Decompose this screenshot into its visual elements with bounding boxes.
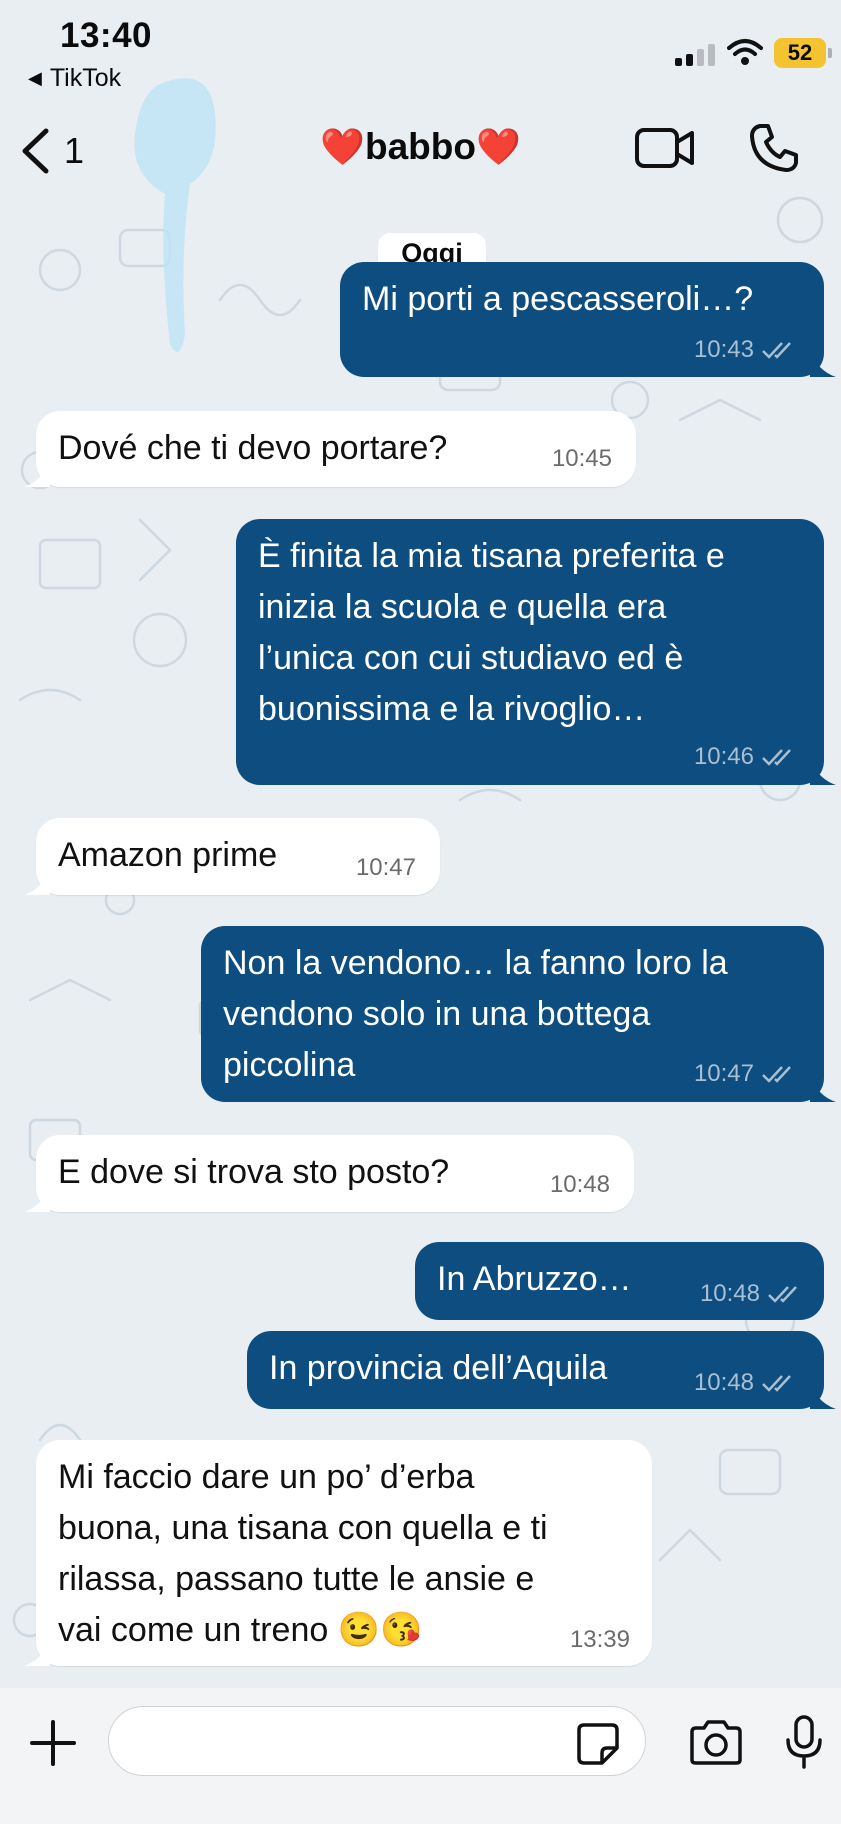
message-outgoing[interactable]: In Abruzzo… 10:48 xyxy=(415,1242,824,1320)
message-time: 10:48 xyxy=(549,1171,610,1198)
message-time: 10:43 xyxy=(693,336,754,363)
back-triangle-icon: ◀ xyxy=(28,68,42,88)
read-checks-icon xyxy=(768,1286,797,1303)
clock: 13:40 xyxy=(60,16,153,55)
message-incoming[interactable]: Dové che ti devo portare? 10:45 xyxy=(24,411,636,487)
message-text: Non la vendono… la fanno loro la vendono… xyxy=(223,938,728,1091)
message-line: buona, una tisana con quella e ti xyxy=(58,1509,548,1547)
back-to-app-link[interactable]: ◀ TikTok xyxy=(28,64,121,93)
composer-bar xyxy=(0,1688,841,1824)
message-text: Dové che ti devo portare? xyxy=(58,429,448,467)
microphone-icon[interactable] xyxy=(784,1714,824,1770)
message-text: In provincia dell’Aquila xyxy=(269,1349,608,1387)
phone-icon[interactable] xyxy=(748,122,800,174)
read-checks-icon xyxy=(762,1066,791,1083)
blurred-avatar xyxy=(134,78,216,353)
video-call-icon[interactable] xyxy=(634,126,696,170)
message-text: In Abruzzo… xyxy=(437,1260,632,1298)
message-time: 10:45 xyxy=(551,445,612,472)
message-line: buonissima e la rivoglio… xyxy=(258,690,646,728)
message-time: 10:48 xyxy=(693,1369,754,1396)
heart-emoji-right: ❤️ xyxy=(475,126,521,167)
bubble-tail xyxy=(24,1640,50,1666)
signal-icon xyxy=(675,44,715,66)
bubble-tail xyxy=(810,1076,836,1102)
bubble-tail xyxy=(810,759,836,785)
message-line: inizia la scuola e quella era xyxy=(258,588,667,626)
heart-emoji-left: ❤️ xyxy=(320,126,365,167)
message-time: 10:47 xyxy=(693,1060,754,1087)
message-text: Amazon prime xyxy=(58,836,278,874)
plus-icon[interactable] xyxy=(28,1718,78,1768)
message-input[interactable] xyxy=(108,1706,646,1776)
battery-indicator: 52 xyxy=(774,38,832,68)
message-time: 10:48 xyxy=(699,1280,760,1307)
bubble-tail xyxy=(810,1383,836,1409)
wifi-icon xyxy=(727,39,763,65)
message-line: rilassa, passano tutte le ansie e xyxy=(58,1560,535,1598)
message-time: 10:46 xyxy=(693,743,754,770)
message-incoming[interactable]: Mi faccio dare un po’ d’erba buona, una … xyxy=(24,1440,652,1666)
message-time: 10:47 xyxy=(355,854,416,881)
read-checks-icon xyxy=(762,1375,791,1392)
message-line: l’unica con cui studiavo ed è xyxy=(258,639,684,677)
message-line: Non la vendono… la fanno loro la xyxy=(223,944,728,982)
read-checks-icon xyxy=(762,342,791,359)
message-line: È finita la mia tisana preferita e xyxy=(258,537,725,575)
message-line: piccolina xyxy=(223,1046,356,1084)
read-checks-icon xyxy=(762,749,791,766)
bubble-tail xyxy=(810,351,836,377)
message-outgoing[interactable]: Non la vendono… la fanno loro la vendono… xyxy=(201,926,836,1102)
bubble-tail xyxy=(24,869,50,895)
message-line: vai come un treno 😉😘 xyxy=(58,1611,423,1649)
sticker-icon[interactable] xyxy=(576,1722,620,1766)
message-text: E dove si trova sto posto? xyxy=(58,1153,450,1191)
message-line: Mi faccio dare un po’ d’erba xyxy=(58,1458,475,1496)
message-text: È finita la mia tisana preferita e inizi… xyxy=(258,531,725,735)
message-text: Mi faccio dare un po’ d’erba buona, una … xyxy=(58,1452,548,1656)
bubble-tail xyxy=(24,1186,50,1212)
message-incoming[interactable]: E dove si trova sto posto? 10:48 xyxy=(24,1135,634,1212)
message-time: 13:39 xyxy=(569,1626,630,1653)
back-app-label: TikTok xyxy=(49,64,122,92)
bubble-tail xyxy=(24,461,50,487)
camera-icon[interactable] xyxy=(688,1718,744,1766)
message-outgoing[interactable]: È finita la mia tisana preferita e inizi… xyxy=(236,519,836,785)
message-outgoing[interactable]: Mi porti a pescasseroli…? 10:43 xyxy=(340,262,836,377)
message-text: Mi porti a pescasseroli…? xyxy=(362,280,754,318)
message-incoming[interactable]: Amazon prime 10:47 xyxy=(24,818,440,895)
message-line: vendono solo in una bottega xyxy=(223,995,651,1033)
contact-name-label: babbo xyxy=(365,126,476,167)
message-outgoing[interactable]: In provincia dell’Aquila 10:48 xyxy=(247,1331,836,1409)
